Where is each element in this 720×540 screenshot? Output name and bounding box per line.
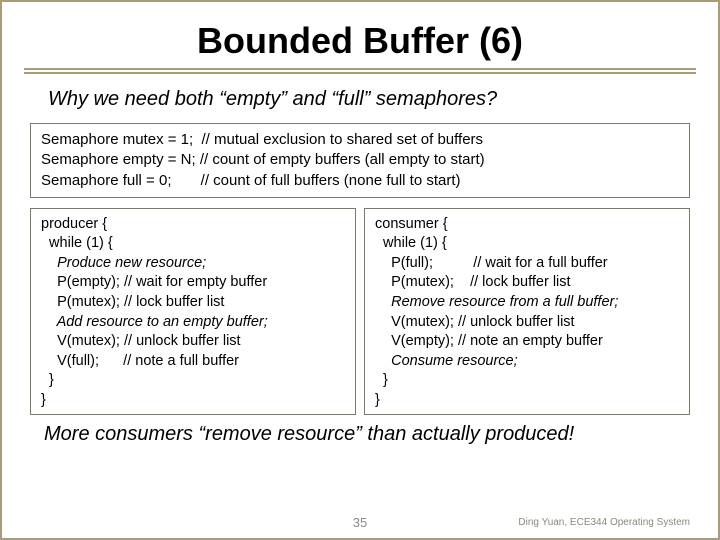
slide: Bounded Buffer (6) Why we need both “emp…: [0, 0, 720, 540]
declarations-box: Semaphore mutex = 1; // mutual exclusion…: [30, 123, 690, 198]
divider-top: [24, 68, 696, 70]
code-columns: producer { while (1) { Produce new resou…: [30, 208, 690, 416]
consumer-l9: }: [375, 372, 388, 388]
producer-l6: Add resource to an empty buffer;: [41, 314, 268, 330]
bottom-note: More consumers “remove resource” than ac…: [44, 423, 696, 446]
decl-line-2: Semaphore empty = N; // count of empty b…: [41, 151, 485, 168]
subtitle: Why we need both “empty” and “full” sema…: [48, 88, 696, 111]
producer-l5: P(mutex); // lock buffer list: [41, 294, 224, 310]
producer-l2: while (1) {: [41, 235, 113, 251]
slide-title: Bounded Buffer (6): [24, 20, 696, 62]
consumer-l3: P(full); // wait for a full buffer: [375, 255, 608, 271]
consumer-l4: P(mutex); // lock buffer list: [375, 274, 571, 290]
divider-bottom: [24, 72, 696, 74]
consumer-l1: consumer {: [375, 216, 448, 232]
decl-line-3: Semaphore full = 0; // count of full buf…: [41, 172, 461, 189]
consumer-l6: V(mutex); // unlock buffer list: [375, 314, 575, 330]
title-rules: [24, 68, 696, 74]
page-number: 35: [353, 515, 367, 530]
producer-l7: V(mutex); // unlock buffer list: [41, 333, 241, 349]
producer-l3: Produce new resource;: [41, 255, 206, 271]
consumer-l2: while (1) {: [375, 235, 447, 251]
consumer-l5: Remove resource from a full buffer;: [375, 294, 618, 310]
footer: 35 Ding Yuan, ECE344 Operating System: [2, 517, 718, 528]
producer-l1: producer {: [41, 216, 107, 232]
producer-l4: P(empty); // wait for empty buffer: [41, 274, 267, 290]
consumer-l8: Consume resource;: [375, 353, 518, 369]
producer-l10: }: [41, 392, 46, 408]
producer-l8: V(full); // note a full buffer: [41, 353, 239, 369]
consumer-l7: V(empty); // note an empty buffer: [375, 333, 603, 349]
producer-box: producer { while (1) { Produce new resou…: [30, 208, 356, 416]
consumer-l10: }: [375, 392, 380, 408]
consumer-box: consumer { while (1) { P(full); // wait …: [364, 208, 690, 416]
decl-line-1: Semaphore mutex = 1; // mutual exclusion…: [41, 131, 483, 148]
attribution: Ding Yuan, ECE344 Operating System: [518, 517, 690, 528]
producer-l9: }: [41, 372, 54, 388]
